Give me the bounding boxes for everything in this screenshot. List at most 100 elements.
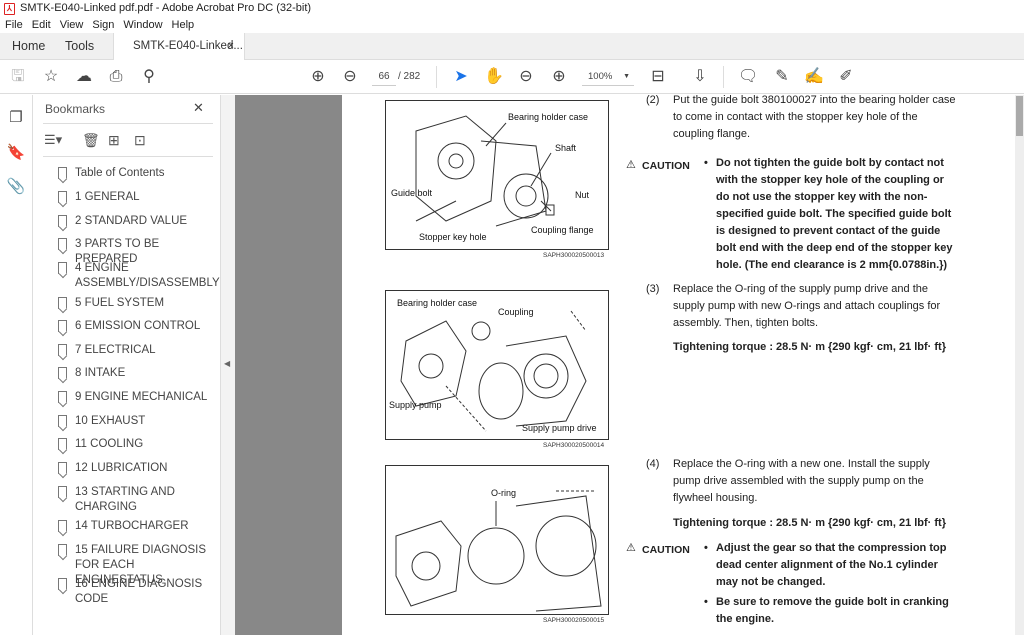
edit-pdf-icon[interactable]: ✐ [836, 67, 856, 87]
bookmark-item[interactable]: 16 ENGINE DIAGNOSIS CODE [58, 577, 218, 607]
page-number-input[interactable]: 66 [372, 68, 396, 86]
caution-line: Adjust the gear so that the compression … [716, 542, 947, 554]
bookmark-item[interactable]: Table of Contents [58, 166, 218, 181]
bookmark-item[interactable]: 6 EMISSION CONTROL [58, 319, 218, 334]
fit-page-icon[interactable]: ⊟ [648, 67, 668, 87]
zoom-value: 100% [588, 71, 613, 82]
close-tab-icon[interactable]: × [228, 33, 234, 59]
caution-line: bolt end with the deep end of the stoppe… [716, 242, 953, 254]
comment-icon[interactable]: 🗨 [738, 67, 758, 87]
bookmark-item[interactable]: 10 EXHAUST [58, 414, 218, 429]
bookmark-item[interactable]: 1 GENERAL [58, 190, 218, 205]
figure-supply-pump [385, 290, 609, 440]
bookmark-icon [58, 438, 67, 450]
menu-file[interactable]: File [5, 19, 23, 31]
find-bookmark-icon[interactable]: ⊡ [134, 132, 146, 149]
zoom-level-select[interactable]: 100% ▼ [582, 68, 634, 86]
bookmark-icon [58, 486, 67, 498]
label-nut: Nut [575, 190, 590, 200]
bookmark-item[interactable]: 2 STANDARD VALUE [58, 214, 218, 229]
step-2-line: Put the guide bolt 380100027 into the be… [673, 94, 956, 106]
options-menu-icon[interactable]: ☰▾ [44, 132, 62, 148]
previous-page-icon[interactable]: ⊕ [308, 67, 328, 87]
bookmark-icon [58, 367, 67, 379]
search-zoom-icon[interactable]: ⚲ [139, 67, 159, 87]
bookmark-label: 16 ENGINE DIAGNOSIS CODE [75, 578, 203, 605]
sign-icon[interactable]: ✍ [804, 67, 824, 87]
vertical-scrollbar[interactable] [1015, 95, 1024, 635]
caution-label: CAUTION [642, 160, 690, 172]
tab-document[interactable]: SMTK-E040-Linked... × [113, 33, 245, 61]
bookmark-item[interactable]: 9 ENGINE MECHANICAL [58, 390, 218, 405]
caution-line: Be sure to remove the guide bolt in cran… [716, 596, 949, 608]
label-o-ring: O-ring [491, 488, 517, 498]
bookmark-label: 8 INTAKE [75, 367, 126, 379]
label-stopper-key-hole: Stopper key hole [419, 232, 487, 242]
bookmark-item[interactable]: 8 INTAKE [58, 366, 218, 381]
bookmark-label: 1 GENERAL [75, 191, 140, 203]
bookmark-label: 13 STARTING AND CHARGING [75, 486, 175, 513]
step-2-line: to come in contact with the stopper key … [673, 111, 918, 123]
label-coupling-flange: Coupling flange [531, 225, 594, 235]
menu-window[interactable]: Window [123, 19, 162, 31]
scrollbar-thumb[interactable] [1016, 96, 1023, 136]
step-4-line: pump drive assembled with the supply pum… [673, 475, 924, 487]
bookmark-item[interactable]: 13 STARTING AND CHARGING [58, 485, 218, 515]
highlight-pen-icon[interactable]: ✎ [772, 67, 792, 87]
bookmark-icon [58, 520, 67, 532]
save-icon[interactable]: 🖫 [8, 67, 28, 87]
menu-help[interactable]: Help [172, 19, 195, 31]
label-coupling: Coupling [498, 307, 534, 317]
bookmark-label: 5 FUEL SYSTEM [75, 297, 165, 309]
label-supply-pump-drive: Supply pump drive [522, 423, 597, 433]
figure-caption: SAPH300020500014 [543, 442, 605, 449]
bookmark-label: 12 LUBRICATION [75, 462, 168, 474]
caution-line: may not be changed. [716, 576, 826, 588]
bookmark-item[interactable]: 12 LUBRICATION [58, 461, 218, 476]
attachments-icon[interactable]: 📎 [6, 177, 26, 197]
close-panel-icon[interactable]: ✕ [193, 100, 204, 116]
toolbar: 🖫 ☆ ☁ ⎙ ⚲ ⊕ ⊖ 66 / 282 ➤ ✋ ⊖ ⊕ 100% ▼ ⊟ ⇩… [0, 60, 1024, 94]
label-bearing-holder-case-2: Bearing holder case [397, 298, 478, 308]
bookmark-item[interactable]: 4 ENGINE ASSEMBLY/DISASSEMBLY [58, 261, 220, 291]
print-icon[interactable]: ⎙ [106, 67, 126, 87]
bookmark-star-icon[interactable]: ☆ [41, 67, 61, 87]
bookmark-icon [58, 238, 67, 250]
bookmark-label: 7 ELECTRICAL [75, 344, 156, 356]
title-bar: SMTK-E040-Linked pdf.pdf - Adobe Acrobat… [0, 0, 1024, 17]
step-4-torque: Tightening torque : 28.5 N· m {290 kgf· … [673, 517, 947, 529]
tab-home[interactable]: Home [12, 33, 45, 60]
bookmarks-icon[interactable]: 🔖 [6, 143, 26, 163]
page-thumbnails-icon[interactable]: ❐ [6, 108, 26, 128]
next-page-icon[interactable]: ⊖ [340, 67, 360, 87]
zoom-out-icon[interactable]: ⊖ [516, 67, 536, 87]
bookmark-item[interactable]: 7 ELECTRICAL [58, 343, 218, 358]
caution-warning-icon: ⚠ [626, 542, 636, 554]
bookmark-icon [58, 167, 67, 179]
upload-cloud-icon[interactable]: ☁ [74, 67, 94, 87]
bookmark-label: 9 ENGINE MECHANICAL [75, 391, 208, 403]
bookmark-item[interactable]: 11 COOLING [58, 437, 218, 452]
scroll-mode-icon[interactable]: ⇩ [690, 67, 710, 87]
bookmark-item[interactable]: 14 TURBOCHARGER [58, 519, 218, 534]
select-cursor-icon[interactable]: ➤ [451, 67, 471, 87]
delete-icon[interactable]: 🗑 [82, 132, 100, 149]
bookmark-icon [58, 262, 67, 274]
hand-tool-icon[interactable]: ✋ [484, 67, 504, 87]
collapse-arrow-icon[interactable]: ◀ [224, 359, 230, 368]
menu-view[interactable]: View [60, 19, 84, 31]
zoom-in-icon[interactable]: ⊕ [549, 67, 569, 87]
caution-line: do not use the stopper key with the non- [716, 191, 928, 203]
new-bookmark-icon[interactable]: ⊞ [108, 132, 120, 149]
caution-line: the engine. [716, 613, 775, 625]
label-guide-bolt: Guide bolt [391, 188, 433, 198]
step-4-line: Replace the O-ring with a new one. Insta… [673, 458, 930, 470]
bookmark-item[interactable]: 5 FUEL SYSTEM [58, 296, 218, 311]
tab-tools[interactable]: Tools [65, 33, 94, 60]
panel-splitter[interactable]: ◀ [220, 95, 235, 635]
caution-line: dead center alignment of the No.1 cylind… [716, 559, 938, 571]
step-3-line: supply pump with new O-rings and attach … [673, 300, 941, 312]
menu-edit[interactable]: Edit [32, 19, 51, 31]
menu-sign[interactable]: Sign [92, 19, 114, 31]
bookmark-icon [58, 191, 67, 203]
